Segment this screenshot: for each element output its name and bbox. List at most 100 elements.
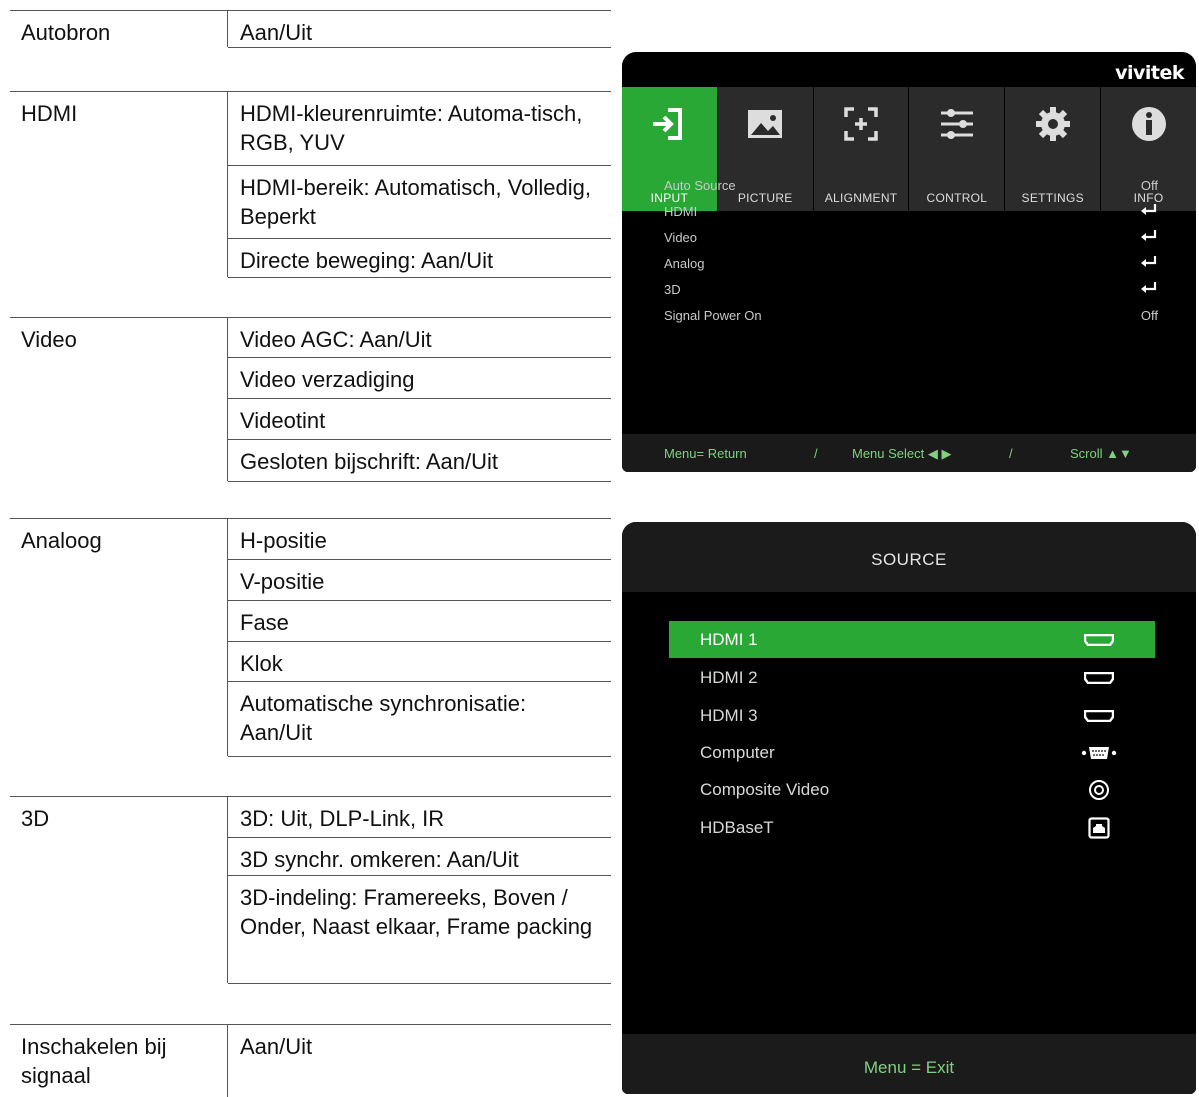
table-key: Autobron [21,20,111,45]
brand-logo: vivitek [1115,62,1184,84]
table-key: Video [21,327,77,352]
menu-item-label: HDMI [664,204,698,219]
input-icon [622,104,717,144]
table-value: Automatische synchronisatie: Aan/Uit [240,691,527,745]
menu-item-label: 3D [664,282,681,297]
composite-icon [1081,779,1117,801]
footer-return-hint: Menu= Return [664,446,747,461]
table-value: 3D synchr. omkeren: Aan/Uit [240,847,519,872]
table-video: Video Video AGC: Aan/Uit Video verzadigi… [10,317,611,482]
table-cell: Klok [228,641,611,681]
table-cell: 3D: Uit, DLP-Link, IR [228,796,611,837]
table-cell: Aan/Uit [228,10,611,48]
footer-separator: / [1009,446,1013,461]
footer-scroll-hint: Scroll ▲▼ [1070,446,1132,461]
table-cell: Video AGC: Aan/Uit [228,317,611,357]
source-item-hdmi-2[interactable]: HDMI 2 [669,659,1155,696]
footer-select-hint: Menu Select ◀ ▶ [852,446,952,461]
table-inschakelen: Inschakelen bij signaal Aan/Uit [10,1024,611,1097]
table-analoog: Analoog H-positie V-positie Fase Klok Au… [10,518,611,757]
table-value: Video verzadiging [240,367,415,392]
menu-item-label: Signal Power On [664,308,762,323]
table-key-cell: Autobron [10,10,228,47]
table-value: H-positie [240,528,327,553]
menu-item-video[interactable]: Video [664,226,1158,250]
table-key-cell: Video [10,317,228,481]
menu-item-signal-power-on[interactable]: Signal Power On Off [664,304,1158,328]
table-cell: Videotint [228,398,611,439]
source-item-computer[interactable]: Computer [669,734,1155,771]
table-value: 3D-indeling: Framereeks, Boven / Onder, … [240,885,593,939]
table-cell: H-positie [228,518,611,559]
source-item-label: HDMI 3 [700,706,758,725]
table-cell: 3D-indeling: Framereeks, Boven / Onder, … [228,875,611,984]
table-cell: V-positie [228,559,611,600]
table-key: HDMI [21,101,78,126]
table-hdmi: HDMI HDMI-kleurenruimte: Automa-tisch, R… [10,91,611,278]
table-cell: Automatische synchronisatie: Aan/Uit [228,681,611,757]
control-icon [909,104,1004,144]
menu-item-value: Off [1140,178,1158,193]
table-cell: Fase [228,600,611,641]
hdmi-icon [1081,667,1117,689]
table-value: Directe beweging: Aan/Uit [240,248,494,273]
table-key-cell: Inschakelen bij signaal [10,1024,228,1097]
enter-icon [1141,204,1157,215]
enter-icon [1141,282,1157,293]
table-cell: Gesloten bijschrift: Aan/Uit [228,439,611,482]
footer-separator: / [814,446,818,461]
table-value: HDMI-bereik: Automatisch, Volledig, Bepe… [240,175,591,229]
hdmi-icon [1081,705,1117,727]
source-item-hdmi-3[interactable]: HDMI 3 [669,697,1155,734]
enter-icon [1141,256,1157,267]
menu-item-value: Off [1140,308,1158,323]
table-cell: HDMI-bereik: Automatisch, Volledig, Bepe… [228,165,611,238]
table-cell: Aan/Uit [228,1024,611,1097]
table-value: Klok [240,651,283,676]
enter-icon [1141,230,1157,241]
source-footer: Menu = Exit [622,1034,1196,1094]
source-item-hdmi-1[interactable]: HDMI 1 [669,621,1155,658]
hdmi-icon [1081,629,1117,651]
source-item-label: Computer [700,743,775,762]
source-item-label: HDBaseT [700,818,774,837]
menu-item-3d[interactable]: 3D [664,278,1158,302]
menu-item-analog[interactable]: Analog [664,252,1158,276]
table-key: Inschakelen bij signaal [21,1034,167,1088]
table-key-cell: Analoog [10,518,228,756]
menu-item-label: Analog [664,256,705,271]
settings-icon [1005,104,1100,144]
source-item-label: HDMI 2 [700,668,758,687]
table-value: V-positie [240,569,325,594]
table-key: 3D [21,806,50,831]
vga-icon [1081,742,1117,764]
table-key-cell: HDMI [10,91,228,277]
menu-item-label: Video [664,230,698,245]
table-key: Analoog [21,528,102,553]
table-autobron: Autobron Aan/Uit [10,10,611,48]
hdbaset-icon [1081,817,1117,839]
table-3d: 3D 3D: Uit, DLP-Link, IR 3D synchr. omke… [10,796,611,984]
table-value: Aan/Uit [240,1034,313,1059]
source-item-hdbaset[interactable]: HDBaseT [669,809,1155,846]
source-item-label: HDMI 1 [700,630,758,649]
table-cell: Video verzadiging [228,357,611,398]
osd-source-menu: SOURCE HDMI 1 HDMI 2 HDMI 3 Computer Com… [622,522,1196,1094]
source-item-composite-video[interactable]: Composite Video [669,771,1155,808]
table-value: Video AGC: Aan/Uit [240,327,432,352]
table-value: Fase [240,610,289,635]
alignment-icon [814,104,909,144]
source-header: SOURCE [622,522,1196,592]
table-key-cell: 3D [10,796,228,983]
menu-item-hdmi[interactable]: HDMI [664,200,1158,224]
menu-item-auto-source[interactable]: Auto Source Off [664,174,1158,198]
table-cell: HDMI-kleurenruimte: Automa-tisch, RGB, Y… [228,91,611,165]
table-value: HDMI-kleurenruimte: Automa-tisch, RGB, Y… [240,101,583,155]
menu-item-label: Auto Source [664,178,736,193]
picture-icon [718,104,813,144]
source-exit-hint: Menu = Exit [863,1058,955,1077]
table-value: 3D: Uit, DLP-Link, IR [240,806,445,831]
osd-footer: Menu= Return / Menu Select ◀ ▶ / Scroll … [622,434,1196,472]
table-cell: Directe beweging: Aan/Uit [228,238,611,278]
source-item-label: Composite Video [700,780,830,799]
